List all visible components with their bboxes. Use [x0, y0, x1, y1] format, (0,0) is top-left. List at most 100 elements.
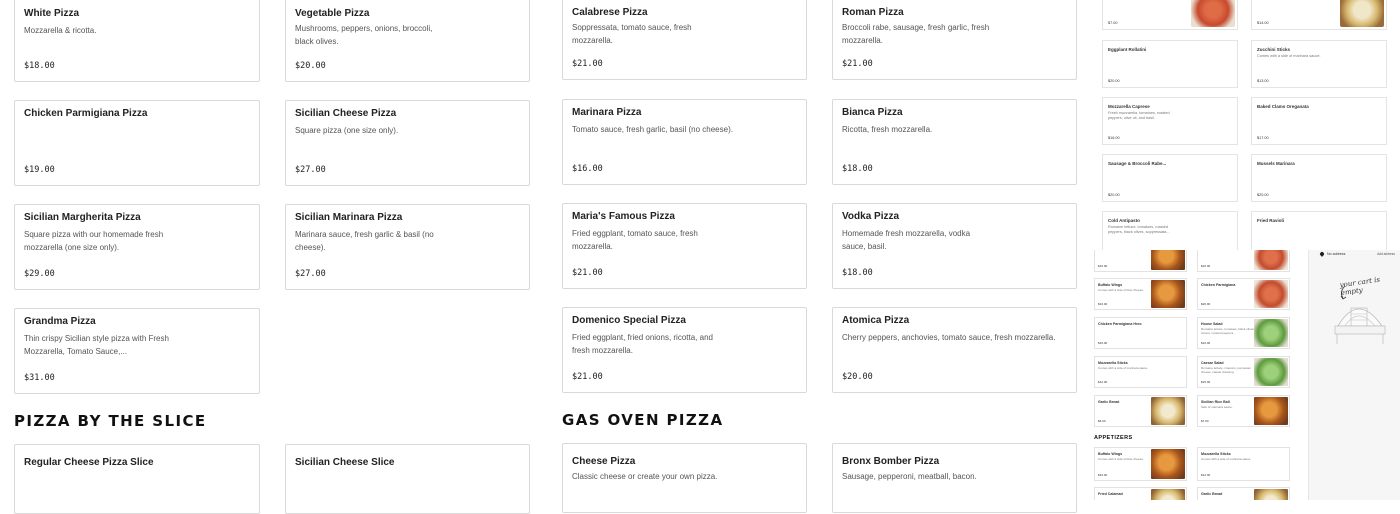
mini-card[interactable]: Sicilian Rice Ball Side of marinara sauc… [1197, 395, 1290, 427]
item-description: Mushrooms, peppers, onions, broccoli, bl… [295, 24, 433, 46]
mini-card[interactable]: $16.00 [1197, 250, 1290, 272]
menu-item-card[interactable]: Calabrese Pizza Soppressata, tomato sauc… [562, 0, 807, 80]
thumb-card[interactable]: Zucchini Sticks Comes with a side of mar… [1251, 40, 1387, 88]
mini-name: Caesar Salad [1201, 361, 1224, 365]
food-photo [1254, 397, 1288, 425]
menu-item-card[interactable]: Vodka Pizza Homemade fresh mozzarella, v… [832, 203, 1077, 289]
menu-item-card[interactable]: Roman Pizza Broccoli rabe, sausage, fres… [832, 0, 1077, 80]
mini-card[interactable]: Mozzarella Sticks Comes with a side of m… [1197, 447, 1290, 481]
mini-name: Sicilian Rice Ball [1201, 400, 1230, 404]
thumb-card[interactable]: Fried Ravioli [1251, 211, 1387, 250]
item-price: $21.00 [572, 268, 603, 278]
thumb-card[interactable]: Eggplant Rollatini $20.00 [1102, 40, 1238, 88]
cart-address[interactable]: No address [1327, 252, 1345, 256]
item-description: Square pizza with our homemade fresh moz… [24, 230, 164, 252]
thumb-card[interactable]: Cold Antipasto Romaine lettuce, tomatoes… [1102, 211, 1238, 250]
menu-item-card[interactable]: Regular Cheese Pizza Slice [14, 444, 260, 514]
mini-price: $16.00 [1098, 264, 1108, 268]
mini-card[interactable]: Chicken Parmigiana $26.00 [1197, 278, 1290, 310]
menu-item-card[interactable]: Bronx Bomber Pizza Sausage, pepperoni, m… [832, 443, 1077, 513]
menu-item-card[interactable]: Sicilian Cheese Pizza Square pizza (one … [285, 100, 530, 186]
item-description: Square pizza (one size only). [295, 126, 399, 135]
mini-price: $16.00 [1098, 473, 1108, 477]
mini-card[interactable]: $16.00 [1094, 250, 1187, 272]
mini-price: $16.00 [1098, 302, 1108, 306]
item-price: $31.00 [24, 373, 55, 383]
mini-card[interactable]: Garlic Bread [1197, 487, 1290, 500]
menu-item-card[interactable]: Sicilian Margherita Pizza Square pizza w… [14, 204, 260, 290]
thumb-name: Cold Antipasto [1108, 218, 1140, 223]
mini-description: Comes with a side of marinara sauce. [1201, 457, 1252, 461]
item-description: Cherry peppers, anchovies, tomato sauce,… [842, 333, 1056, 342]
menu-item-card[interactable]: Sicilian Cheese Slice [285, 444, 530, 514]
item-name: Sicilian Margherita Pizza [24, 212, 141, 223]
thumb-description: Romaine lettuce, tomatoes, roasted peppe… [1108, 225, 1170, 234]
item-name: Bianca Pizza [842, 107, 903, 118]
menu-item-card[interactable]: Bianca Pizza Ricotta, fresh mozzarella. … [832, 99, 1077, 185]
menu-item-card[interactable]: White Pizza Mozzarella & ricotta. $18.00 [14, 0, 260, 82]
item-description: Ricotta, fresh mozzarella. [842, 125, 933, 134]
thumb-price: $14.00 [1257, 21, 1269, 25]
thumb-price: $20.00 [1257, 193, 1269, 197]
thumb-price: $20.00 [1108, 193, 1120, 197]
thumb-card[interactable]: Baked Clams Oreganata $17.00 [1251, 97, 1387, 145]
item-description: Tomato sauce, fresh garlic, basil (no ch… [572, 125, 733, 134]
menu-item-card[interactable]: Maria's Famous Pizza Fried eggplant, tom… [562, 203, 807, 289]
food-photo [1151, 397, 1185, 425]
add-address-link[interactable]: Add address [1377, 252, 1395, 256]
thumb-card[interactable]: Mozzarella Caprese Fresh mozzarella, tom… [1102, 97, 1238, 145]
mini-card[interactable]: House Salad Romaine lettuce, tomatoes, b… [1197, 317, 1290, 349]
item-description: Classic cheese or create your own pizza. [572, 472, 718, 481]
appetizers-heading: APPETIZERS [1094, 435, 1133, 441]
mini-card[interactable]: Fried Calamari [1094, 487, 1187, 500]
item-price: $19.00 [24, 165, 55, 175]
cart-panel: No address Add address your cart is empt… [1308, 250, 1400, 500]
thumb-card[interactable]: $14.00 [1251, 0, 1387, 30]
thumb-name: Fried Ravioli [1257, 218, 1285, 223]
mini-card[interactable]: Mozzarella Sticks Comes with a side of m… [1094, 356, 1187, 388]
menu-item-card[interactable]: Sicilian Marinara Pizza Marinara sauce, … [285, 204, 530, 290]
item-price: $18.00 [842, 268, 873, 278]
mini-description: Comes with a side of blue cheese. [1098, 457, 1144, 461]
food-photo [1151, 449, 1185, 479]
mini-thumbnail-panel: $16.00 $16.00 Buffalo Wings Comes with a… [1092, 250, 1308, 500]
item-price: $21.00 [572, 59, 603, 69]
item-name: Vegetable Pizza [295, 8, 370, 19]
thumb-card[interactable]: Sausage & Broccoli Rabe... $20.00 [1102, 154, 1238, 202]
menu-item-card[interactable]: Marinara Pizza Tomato sauce, fresh garli… [562, 99, 807, 185]
item-description: Soppressata, tomato sauce, fresh mozzare… [572, 23, 692, 45]
mini-card[interactable]: Buffalo Wings Comes with a side of blue … [1094, 447, 1187, 481]
item-description: Fried eggplant, fried onions, ricotta, a… [572, 333, 713, 355]
thumb-card[interactable]: Mussels Marinara $20.00 [1251, 154, 1387, 202]
mini-name: Garlic Bread [1201, 492, 1223, 496]
mini-card[interactable]: Garlic Bread $6.00 [1094, 395, 1187, 427]
thumb-card[interactable]: $7.00 [1102, 0, 1238, 30]
thumb-price: $17.00 [1257, 136, 1269, 140]
mini-name: Mozzarella Sticks [1098, 361, 1128, 365]
menu-item-card[interactable]: Grandma Pizza Thin crispy Sicilian style… [14, 308, 260, 394]
food-photo [1151, 489, 1185, 500]
food-photo [1340, 0, 1384, 27]
thumb-price: $16.00 [1108, 136, 1120, 140]
menu-item-card[interactable]: Atomica Pizza Cherry peppers, anchovies,… [832, 307, 1077, 393]
mini-card[interactable]: Caesar Salad Romaine lettuce, croutons, … [1197, 356, 1290, 388]
menu-item-card[interactable]: Vegetable Pizza Mushrooms, peppers, onio… [285, 0, 530, 82]
thumb-name: Mozzarella Caprese [1108, 104, 1150, 109]
item-price: $21.00 [842, 59, 873, 69]
item-name: Grandma Pizza [24, 316, 96, 327]
menu-item-card[interactable]: Cheese Pizza Classic cheese or create yo… [562, 443, 807, 513]
menu-item-card[interactable]: Domenico Special Pizza Fried eggplant, f… [562, 307, 807, 393]
mini-card[interactable]: Buffalo Wings Comes with a side of blue … [1094, 278, 1187, 310]
item-price: $16.00 [572, 164, 603, 174]
item-name: Vodka Pizza [842, 211, 900, 222]
item-name: Maria's Famous Pizza [572, 211, 675, 222]
mini-price: $16.00 [1201, 341, 1211, 345]
mini-card[interactable]: Chicken Parmigiana Hero $16.00 [1094, 317, 1187, 349]
thumb-price: $13.00 [1257, 79, 1269, 83]
food-photo [1151, 250, 1185, 270]
mini-price: $6.00 [1098, 419, 1106, 423]
mini-description: Comes with a side of marinara sauce. [1098, 366, 1149, 370]
menu-item-card[interactable]: Chicken Parmigiana Pizza $19.00 [14, 100, 260, 186]
thumb-name: Baked Clams Oreganata [1257, 104, 1309, 109]
thumb-price: $20.00 [1108, 79, 1120, 83]
